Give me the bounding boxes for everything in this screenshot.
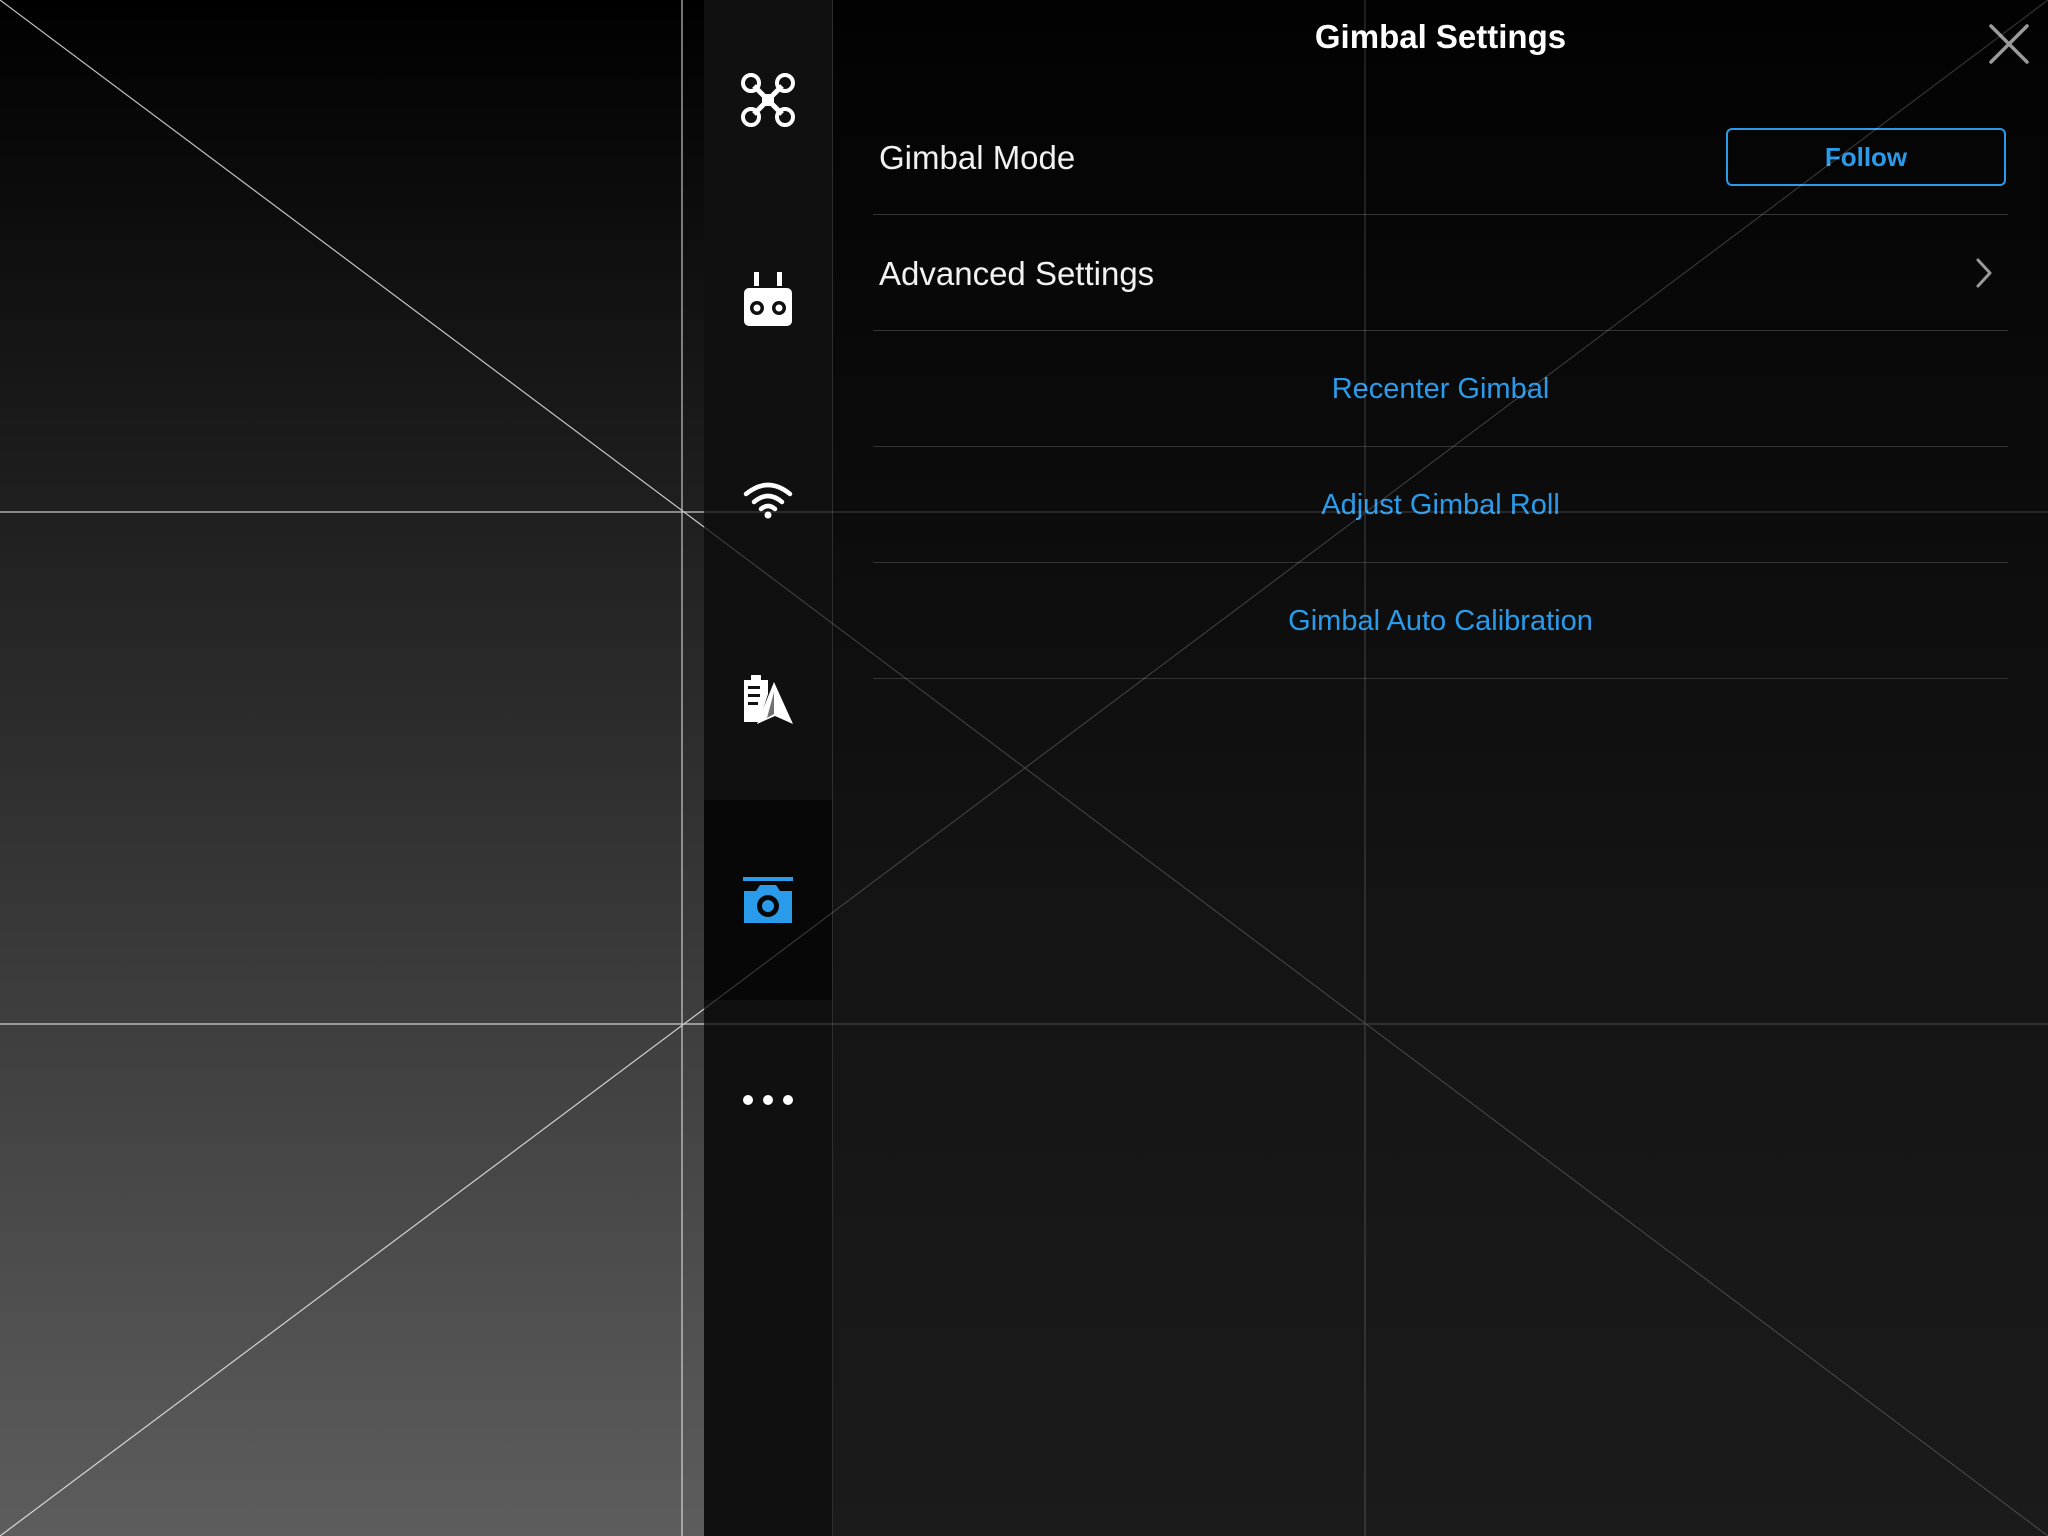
- wifi-signal-icon: [743, 482, 793, 519]
- adjust-gimbal-roll-button[interactable]: Adjust Gimbal Roll: [873, 448, 2008, 563]
- gimbal-mode-button[interactable]: Follow: [1726, 128, 2006, 186]
- close-icon: [1989, 24, 2029, 64]
- recenter-gimbal-row: Recenter Gimbal: [873, 332, 2008, 447]
- adjust-gimbal-roll-row: Adjust Gimbal Roll: [873, 448, 2008, 563]
- advanced-settings-row[interactable]: Advanced Settings: [873, 216, 2008, 331]
- remote-controller-icon: [744, 272, 792, 326]
- more-dots-icon: [743, 1095, 793, 1105]
- gimbal-settings-panel: Gimbal Settings Gimbal Mode Follow Advan…: [833, 0, 2048, 1536]
- battery-navigation-icon: [744, 675, 793, 724]
- chevron-right-icon: [1976, 258, 1992, 288]
- gimbal-auto-calibration-button[interactable]: Gimbal Auto Calibration: [873, 564, 2008, 679]
- advanced-settings-label: Advanced Settings: [879, 255, 1155, 292]
- tab-battery[interactable]: [704, 600, 832, 800]
- tab-transmission[interactable]: [704, 400, 832, 600]
- tab-remote-controller[interactable]: [704, 200, 832, 400]
- camera-preview: [0, 0, 704, 1536]
- panel-title: Gimbal Settings: [1314, 18, 1567, 55]
- settings-tab-strip: [704, 0, 832, 1536]
- close-button[interactable]: [1983, 18, 2035, 70]
- tab-gimbal[interactable]: [704, 800, 832, 1000]
- gimbal-camera-icon: [743, 877, 793, 923]
- tab-more[interactable]: [704, 1000, 832, 1200]
- gimbal-mode-label: Gimbal Mode: [879, 139, 1076, 176]
- app-root: Gimbal Settings Gimbal Mode Follow Advan…: [0, 0, 2048, 1536]
- tab-aircraft[interactable]: [704, 0, 832, 200]
- drone-icon: [741, 73, 795, 127]
- gimbal-mode-row: Gimbal Mode Follow: [873, 100, 2008, 215]
- recenter-gimbal-button[interactable]: Recenter Gimbal: [873, 332, 2008, 447]
- gimbal-auto-calibration-row: Gimbal Auto Calibration: [873, 564, 2008, 679]
